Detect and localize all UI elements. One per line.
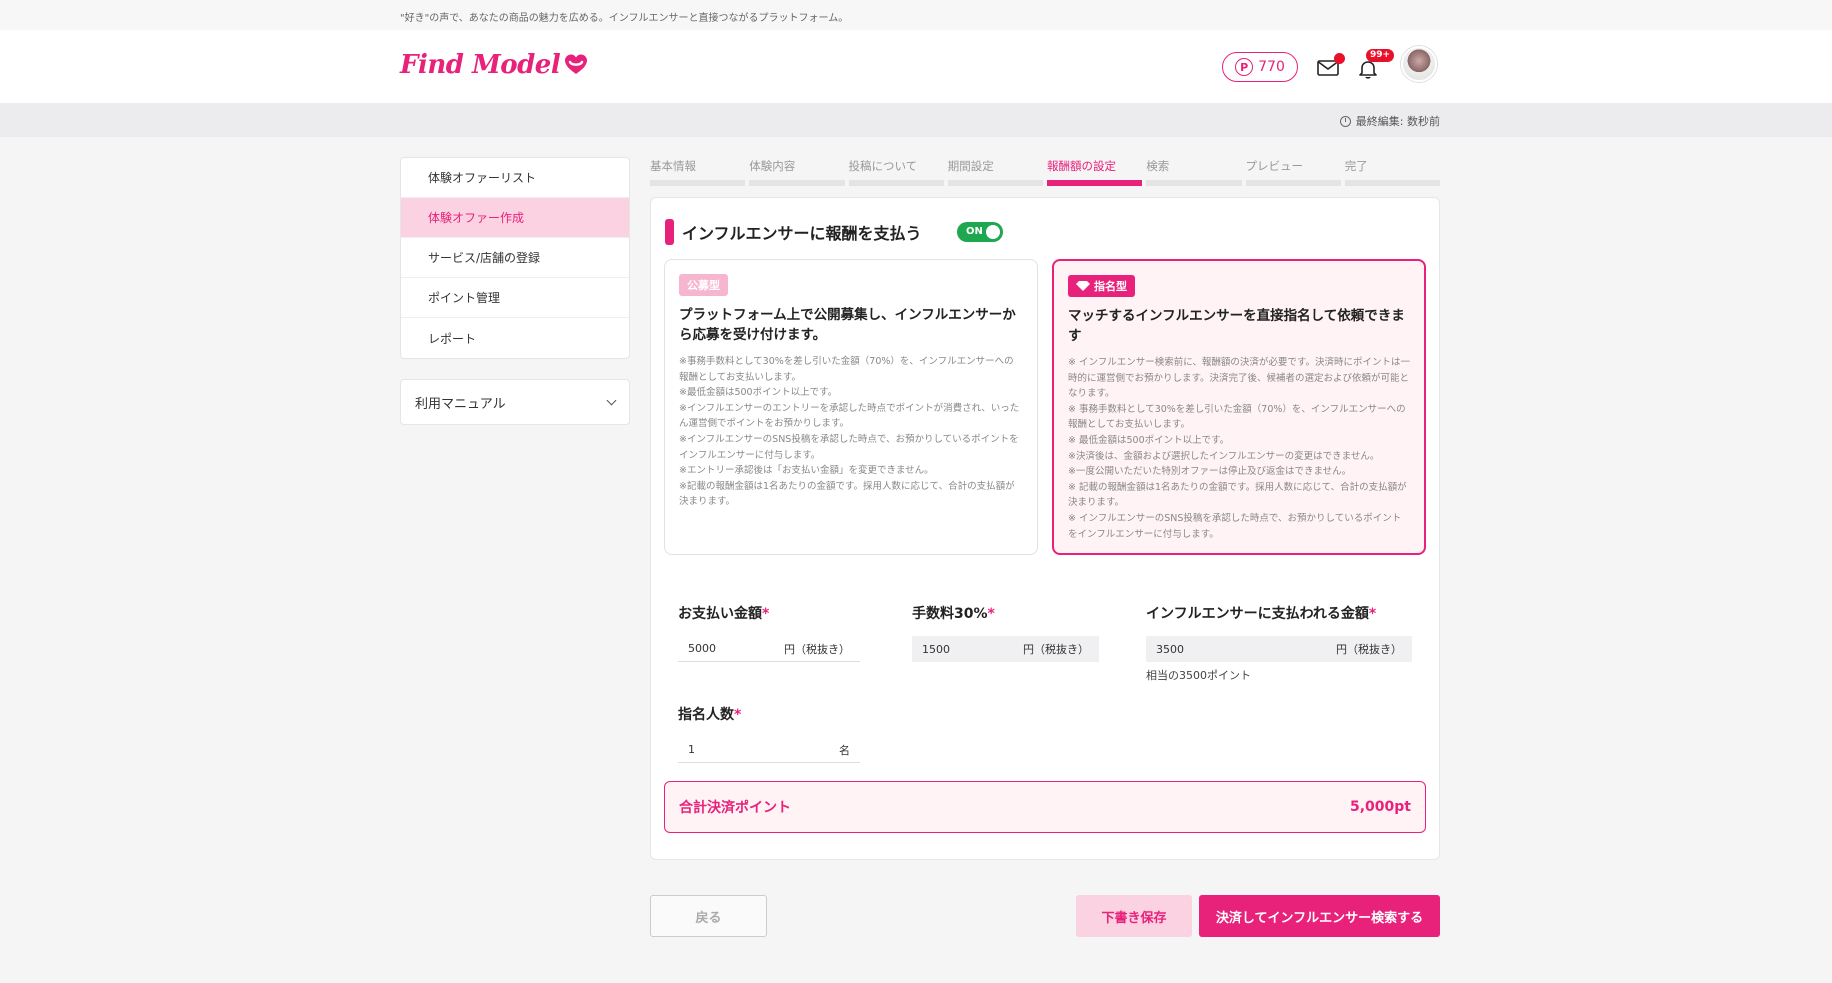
manual-dropdown[interactable]: 利用マニュアル	[400, 379, 630, 425]
manual-label: 利用マニュアル	[415, 396, 506, 412]
open-recruit-title: プラットフォーム上で公開募集し、インフルエンサーから応募を受け付けます。	[679, 307, 1016, 343]
fee-field: 手数料30%* 1500 円（税抜き）	[912, 603, 1099, 662]
step-basic-info: 基本情報	[650, 158, 746, 186]
nominated-title: マッチするインフルエンサーを直接指名して依頼できます	[1068, 308, 1405, 344]
status-bar: 最終編集: 数秒前	[0, 103, 1832, 137]
logo[interactable]: Find Model	[400, 50, 588, 80]
toggle-label: ON	[966, 226, 983, 237]
payment-input[interactable]: 5000 円（税抜き）	[678, 636, 860, 662]
sidebar-nav: 体験オファーリスト 体験オファー作成 サービス/店舗の登録 ポイント管理 レポー…	[400, 157, 630, 359]
chevron-down-icon	[606, 395, 617, 405]
notifications-button[interactable]: 99+	[1358, 49, 1395, 79]
section-title: インフルエンサーに報酬を支払う	[665, 219, 922, 245]
count-field: 指名人数* 1名	[678, 704, 860, 763]
step-preview: プレビュー	[1245, 158, 1341, 186]
back-button[interactable]: 戻る	[650, 895, 767, 937]
reward-toggle[interactable]: ON	[957, 222, 1003, 242]
sidebar-item-create-offer[interactable]: 体験オファー作成	[401, 198, 629, 238]
points-equivalent-hint: 相当の3500ポイント	[1146, 669, 1251, 682]
tagline: "好き"の声で、あなたの商品の魅力を広める。インフルエンサーと直接つながるプラッ…	[400, 13, 849, 24]
open-recruit-card[interactable]: 公募型 プラットフォーム上で公開募集し、インフルエンサーから応募を受け付けます。…	[664, 259, 1038, 555]
sidebar-item-register-service[interactable]: サービス/店舗の登録	[401, 238, 629, 278]
points-balance[interactable]: P 770	[1222, 52, 1298, 82]
heart-logo-icon	[565, 54, 588, 74]
notification-badge: 99+	[1366, 49, 1395, 62]
total-label: 合計決済ポイント	[679, 800, 791, 816]
logo-text: Find Model	[400, 50, 561, 80]
sidebar-item-offer-list[interactable]: 体験オファーリスト	[401, 158, 629, 198]
user-avatar[interactable]	[1401, 46, 1437, 82]
nominated-tag: 指名型	[1068, 275, 1135, 297]
step-period: 期間設定	[947, 158, 1043, 186]
points-value: 770	[1258, 59, 1285, 75]
sidebar-item-report[interactable]: レポート	[401, 318, 629, 358]
unread-dot	[1334, 53, 1345, 64]
mail-button[interactable]	[1317, 53, 1345, 79]
step-experience: 体験内容	[749, 158, 845, 186]
open-recruit-notes: ※事務手数料として30%を差し引いた金額（70%）を、インフルエンサーへの報酬と…	[679, 356, 1020, 508]
open-recruit-tag: 公募型	[679, 274, 728, 296]
total-points-box: 合計決済ポイント 5,000pt	[664, 781, 1426, 833]
top-tagline-bar: "好き"の声で、あなたの商品の魅力を広める。インフルエンサーと直接つながるプラッ…	[0, 0, 1832, 30]
reward-panel: インフルエンサーに報酬を支払う ON 公募型 プラットフォーム上で公開募集し、イ…	[650, 197, 1440, 860]
step-reward: 報酬額の設定	[1047, 158, 1143, 186]
save-draft-button[interactable]: 下書き保存	[1076, 895, 1192, 937]
fee-input: 1500 円（税抜き）	[912, 636, 1099, 662]
step-search: 検索	[1146, 158, 1242, 186]
nominated-notes: ※ インフルエンサー検索前に、報酬額の決済が必要です。決済時にポイントは一時的に…	[1068, 357, 1410, 540]
step-complete: 完了	[1344, 158, 1440, 186]
title-accent	[665, 219, 674, 245]
last-edited-text: 最終編集: 数秒前	[1355, 115, 1440, 128]
last-edited: 最終編集: 数秒前	[1339, 113, 1440, 129]
diamond-icon	[1076, 281, 1090, 291]
sidebar-item-points[interactable]: ポイント管理	[401, 278, 629, 318]
payment-field: お支払い金額* 5000 円（税抜き）	[678, 603, 860, 662]
header: Find Model P 770 99+	[0, 30, 1832, 103]
toggle-knob	[986, 225, 1000, 239]
clock-icon	[1339, 115, 1351, 127]
point-icon: P	[1235, 58, 1254, 76]
total-value: 5,000pt	[1350, 799, 1411, 815]
step-progress: 基本情報 体験内容 投稿について 期間設定 報酬額の設定 検索 プレビュー 完了	[650, 158, 1440, 186]
count-input[interactable]: 1名	[678, 737, 860, 763]
section-title-text: インフルエンサーに報酬を支払う	[682, 224, 922, 243]
pay-and-search-button[interactable]: 決済してインフルエンサー検索する	[1199, 895, 1440, 937]
influencer-amount-field: インフルエンサーに支払われる金額* 3500 円（税抜き） 相当の3500ポイント	[1146, 603, 1412, 683]
step-posting: 投稿について	[848, 158, 944, 186]
bell-icon	[1359, 61, 1377, 79]
influencer-amount-input: 3500 円（税抜き）	[1146, 636, 1412, 662]
nominated-card[interactable]: 指名型 マッチするインフルエンサーを直接指名して依頼できます ※ インフルエンサ…	[1052, 259, 1426, 555]
